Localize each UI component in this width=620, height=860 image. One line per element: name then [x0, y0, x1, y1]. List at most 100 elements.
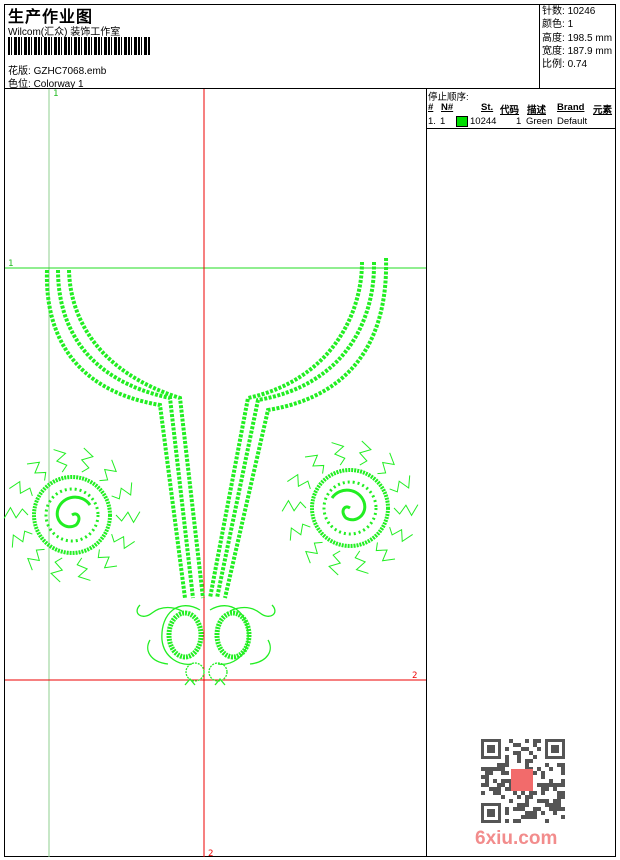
qr-module	[521, 807, 525, 811]
zigzag-ray	[289, 523, 311, 541]
qr-module	[545, 763, 549, 767]
qr-module	[513, 791, 517, 795]
qr-module	[529, 811, 533, 815]
qr-module	[553, 799, 557, 803]
qr-module	[493, 767, 497, 771]
qr-module	[489, 787, 493, 791]
qr-module	[505, 811, 509, 815]
qr-module	[557, 763, 561, 767]
qr-module	[525, 811, 529, 815]
qr-module	[529, 815, 533, 819]
zigzag-ray	[26, 461, 47, 481]
qr-module	[481, 767, 485, 771]
qr-module	[525, 803, 529, 807]
zigzag-ray	[97, 549, 118, 569]
qr-module	[533, 811, 537, 815]
qr-module	[521, 803, 525, 807]
qr-module	[537, 739, 541, 743]
neckline-right	[208, 257, 389, 599]
zigzag-ray	[287, 473, 311, 490]
zigzag-ray	[80, 447, 94, 473]
qr-module	[525, 759, 529, 763]
qr-code	[481, 739, 565, 823]
qr-module	[537, 783, 541, 787]
qr-module	[561, 795, 565, 799]
qr-module	[529, 751, 533, 755]
qr-module	[517, 755, 521, 759]
zigzag-ray	[358, 440, 372, 466]
qr-module	[553, 783, 557, 787]
qr-module	[481, 791, 485, 795]
medallion-left	[3, 447, 141, 583]
qr-module	[481, 775, 485, 779]
qr-module	[517, 795, 521, 799]
qr-module	[529, 759, 533, 763]
qr-module	[541, 771, 545, 775]
qr-module	[533, 755, 537, 759]
qr-module	[513, 743, 517, 747]
qr-module	[521, 815, 525, 819]
zigzag-ray	[389, 526, 413, 543]
qr-module	[501, 771, 505, 775]
qr-module	[501, 795, 505, 799]
qr-module	[505, 779, 509, 783]
qr-module	[561, 791, 565, 795]
qr-module	[505, 763, 509, 767]
zigzag-ray	[354, 550, 369, 574]
qr-module	[517, 743, 521, 747]
qr-module	[551, 745, 559, 753]
qr-module	[541, 783, 545, 787]
qr-module	[553, 803, 557, 807]
zigzag-ray	[331, 442, 346, 466]
qr-module	[517, 819, 521, 823]
embroidery-design	[3, 257, 419, 686]
zigzag-ray	[389, 475, 411, 493]
qr-module	[561, 815, 565, 819]
qr-module	[541, 799, 545, 803]
qr-module	[525, 747, 529, 751]
zigzag-ray	[53, 449, 68, 473]
qr-module	[549, 779, 553, 783]
guide-h1-label: 1	[8, 259, 13, 269]
qr-module	[541, 791, 545, 795]
qr-module	[509, 739, 513, 743]
neckline-left	[44, 269, 205, 599]
qr-module	[501, 767, 505, 771]
qr-module	[537, 767, 541, 771]
qr-module	[497, 783, 501, 787]
zigzag-ray	[111, 482, 133, 500]
zigzag-ray	[281, 499, 307, 512]
qr-module	[485, 767, 489, 771]
qr-module	[557, 791, 561, 795]
qr-module	[517, 807, 521, 811]
qr-module	[561, 779, 565, 783]
qr-module	[561, 783, 565, 787]
zigzag-ray	[11, 530, 33, 548]
qr-module	[497, 763, 501, 767]
qr-module	[493, 787, 497, 791]
qr-module	[505, 759, 509, 763]
qr-module	[537, 799, 541, 803]
qr-module	[505, 771, 509, 775]
qr-module	[497, 787, 501, 791]
watermark-logo: 6xiu.com	[475, 828, 558, 849]
qr-module	[487, 809, 495, 817]
zigzag-ray	[328, 550, 342, 576]
zigzag-ray	[305, 541, 323, 564]
qr-module	[549, 803, 553, 807]
qr-module	[485, 779, 489, 783]
qr-module	[545, 783, 549, 787]
qr-module	[509, 799, 513, 803]
zigzag-ray	[27, 548, 45, 571]
qr-module	[561, 767, 565, 771]
qr-module	[517, 751, 521, 755]
zigzag-ray	[377, 452, 395, 475]
qr-module	[529, 791, 533, 795]
qr-module	[533, 815, 537, 819]
qr-module	[545, 787, 549, 791]
zigzag-ray	[76, 557, 91, 581]
qr-module	[505, 787, 509, 791]
guide-h2-label: 2	[412, 671, 417, 681]
zigzag-ray	[115, 511, 141, 524]
qr-module	[529, 795, 533, 799]
